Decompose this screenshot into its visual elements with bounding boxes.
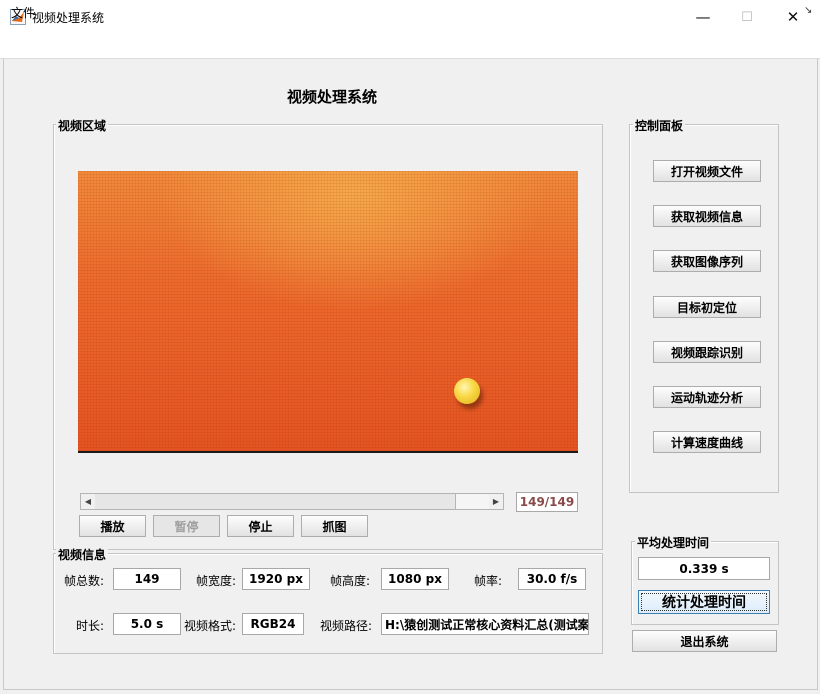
video-panel-title: 视频区域	[56, 117, 109, 134]
total-frames-field[interactable]: 149	[113, 568, 181, 590]
menu-file[interactable]: 文件	[11, 4, 35, 21]
pause-button[interactable]: 暂停	[153, 515, 220, 537]
compute-time-button[interactable]: 统计处理时间	[638, 590, 770, 614]
video-format-field[interactable]: RGB24	[242, 613, 304, 635]
trajectory-analysis-button[interactable]: 运动轨迹分析	[653, 386, 761, 408]
average-time-field[interactable]: 0.339 s	[638, 557, 770, 580]
frame-counter: 149/149	[516, 492, 578, 512]
frame-height-field[interactable]: 1080 px	[381, 568, 449, 590]
page-title: 视频处理系统	[286, 88, 377, 106]
ping-pong-ball	[454, 378, 480, 404]
get-image-sequence-button[interactable]: 获取图像序列	[653, 250, 761, 272]
frame-height-label: 帧高度:	[329, 574, 370, 588]
frame-width-field[interactable]: 1920 px	[242, 568, 310, 590]
duration-field[interactable]: 5.0 s	[113, 613, 181, 635]
frame-rate-field[interactable]: 30.0 f/s	[518, 568, 586, 590]
slider-thumb[interactable]	[455, 494, 491, 509]
exit-button[interactable]: 退出系统	[632, 630, 777, 652]
speed-curve-button[interactable]: 计算速度曲线	[653, 431, 761, 453]
play-button[interactable]: 播放	[79, 515, 146, 537]
video-path-field[interactable]: H:\猿创测试正常核心资料汇总(测试案例	[381, 613, 589, 635]
minimize-button[interactable]: —	[680, 0, 726, 34]
video-path-label: 视频路径:	[319, 619, 372, 633]
frame-slider[interactable]: ◀ ▶	[80, 493, 504, 510]
frame-rate-label: 帧率:	[473, 574, 502, 588]
control-panel-title: 控制面板	[633, 117, 686, 134]
target-initial-location-button[interactable]: 目标初定位	[653, 296, 761, 318]
toolbar-overflow-icon[interactable]: ↘	[804, 5, 812, 16]
maximize-button[interactable]: ☐	[724, 0, 770, 34]
frame-width-label: 帧宽度:	[195, 574, 236, 588]
video-display	[78, 171, 578, 453]
video-tracking-button[interactable]: 视频跟踪识别	[653, 341, 761, 363]
get-video-info-button[interactable]: 获取视频信息	[653, 205, 761, 227]
video-info-panel-title: 视频信息	[56, 546, 109, 563]
stop-button[interactable]: 停止	[227, 515, 294, 537]
window-title: 视频处理系统	[32, 11, 105, 25]
capture-button[interactable]: 抓图	[301, 515, 368, 537]
total-frames-label: 帧总数:	[63, 574, 104, 588]
timing-panel-title: 平均处理时间	[635, 534, 712, 551]
video-format-label: 视频格式:	[183, 619, 236, 633]
slider-left-arrow-icon[interactable]: ◀	[81, 494, 95, 509]
menu-bar	[0, 34, 820, 59]
slider-right-arrow-icon[interactable]: ▶	[489, 494, 503, 509]
duration-label: 时长:	[75, 619, 104, 633]
open-video-button[interactable]: 打开视频文件	[653, 160, 761, 182]
